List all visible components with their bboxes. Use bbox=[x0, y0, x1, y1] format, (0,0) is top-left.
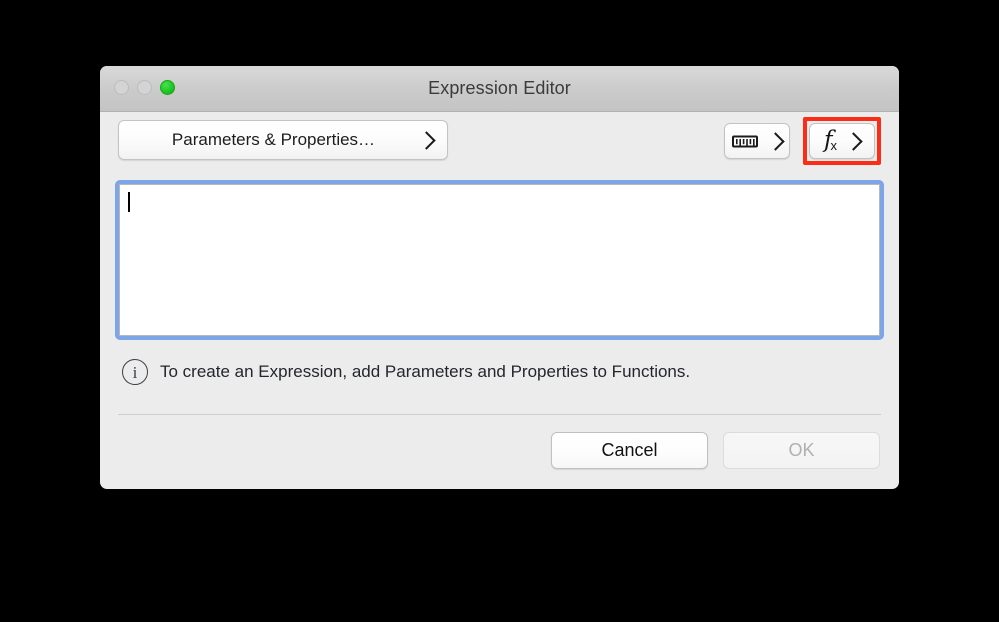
hint-text: To create an Expression, add Parameters … bbox=[160, 362, 690, 382]
expression-input-container[interactable] bbox=[115, 180, 884, 340]
parameters-properties-label: Parameters & Properties… bbox=[133, 130, 414, 150]
expression-input[interactable] bbox=[119, 184, 880, 336]
ruler-menu-button[interactable] bbox=[724, 123, 790, 159]
ruler-icon bbox=[732, 134, 758, 149]
function-menu-button[interactable]: fx bbox=[809, 123, 875, 159]
chevron-right-icon bbox=[417, 131, 435, 149]
footer-actions: Cancel OK bbox=[551, 432, 880, 469]
toolbar: Parameters & Properties… fx bbox=[100, 112, 899, 168]
footer-divider bbox=[118, 414, 881, 415]
fx-function-icon: fx bbox=[824, 129, 837, 152]
expression-editor-window: Expression Editor Parameters & Propertie… bbox=[100, 66, 899, 489]
cancel-button[interactable]: Cancel bbox=[551, 432, 708, 469]
ok-button[interactable]: OK bbox=[723, 432, 880, 469]
window-titlebar: Expression Editor bbox=[100, 66, 899, 112]
parameters-properties-button[interactable]: Parameters & Properties… bbox=[118, 120, 448, 160]
fx-x-glyph: x bbox=[831, 138, 838, 153]
info-circle-icon: i bbox=[122, 359, 148, 385]
hint-message: i To create an Expression, add Parameter… bbox=[122, 359, 690, 385]
chevron-right-icon bbox=[844, 132, 862, 150]
chevron-right-icon bbox=[766, 132, 784, 150]
text-caret bbox=[128, 192, 130, 212]
window-title: Expression Editor bbox=[100, 78, 899, 99]
